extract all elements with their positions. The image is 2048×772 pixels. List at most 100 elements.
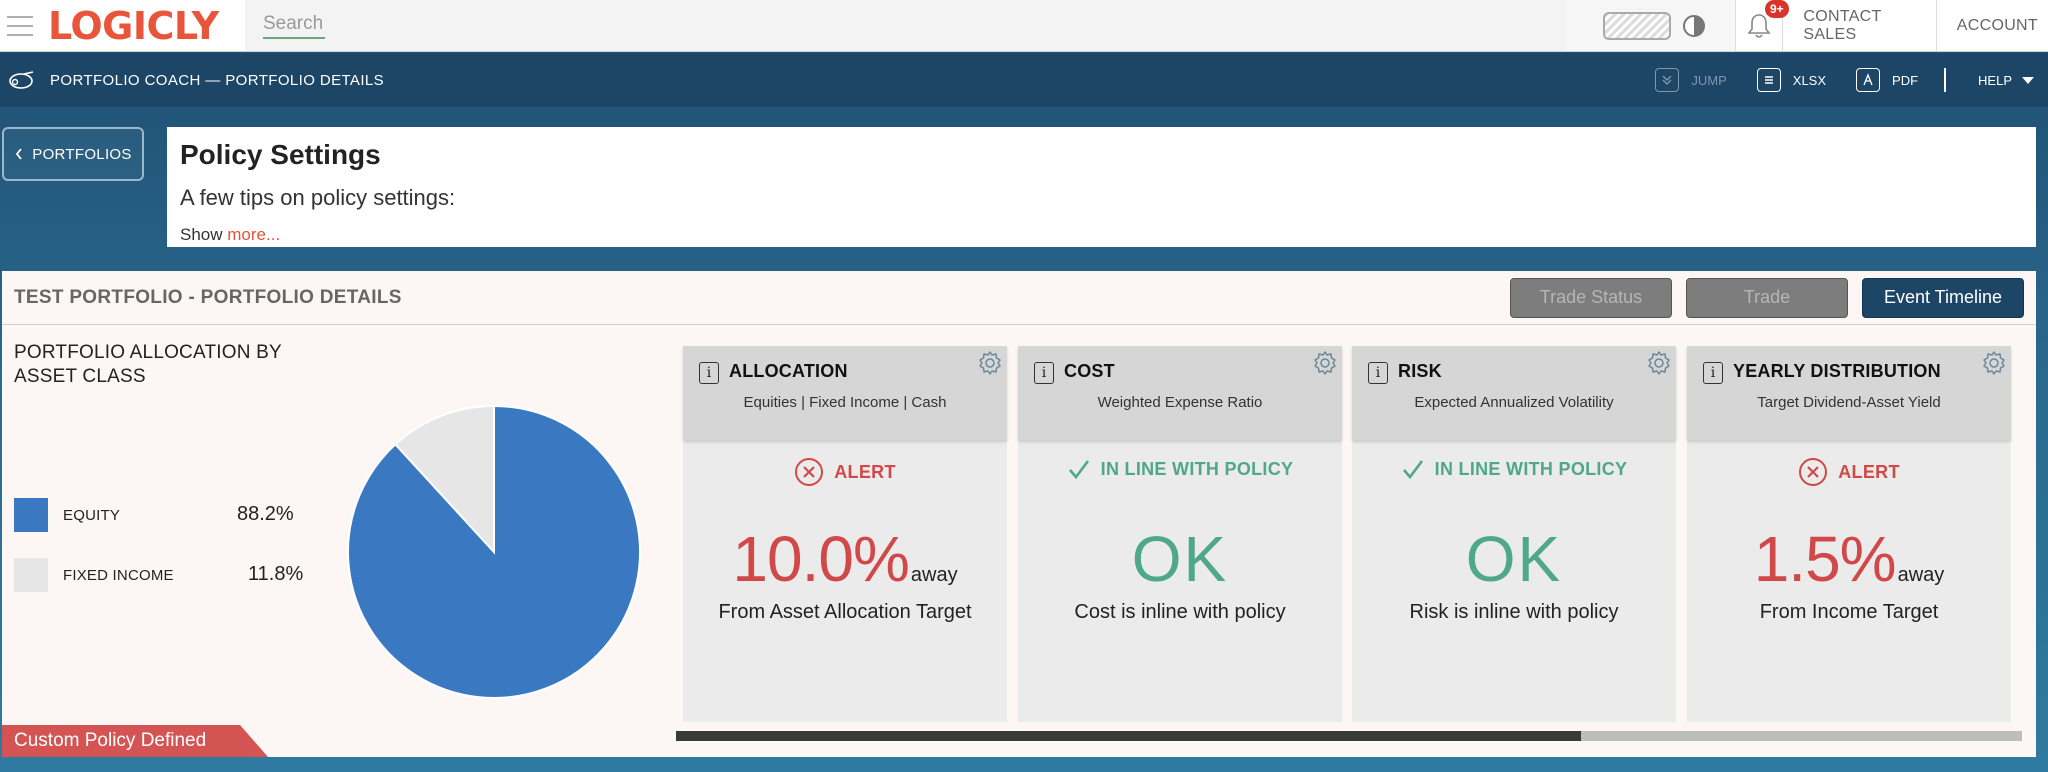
pdf-export-button[interactable]: PDF [1856, 68, 1918, 92]
whistle-icon [6, 68, 36, 92]
scrollbar-thumb[interactable] [676, 731, 1581, 741]
policy-show-more: Show more... [180, 225, 2023, 245]
card-value-group: 1.5% away [1687, 522, 2011, 596]
allocation-chart-title: PORTFOLIO ALLOCATION BY ASSET CLASS [14, 341, 282, 389]
policy-title: Policy Settings [180, 139, 381, 170]
logo[interactable]: LOGICLY [40, 0, 245, 51]
portfolio-details-panel: TEST PORTFOLIO - PORTFOLIO DETAILS Trade… [2, 271, 2036, 757]
help-label: HELP [1978, 72, 2012, 88]
legend-label: EQUITY [63, 506, 121, 524]
legend-label: FIXED INCOME [63, 566, 174, 584]
card-header: i COST Weighted Expense Ratio [1018, 346, 1342, 440]
card-value-suffix: away [1897, 564, 1945, 586]
more-link[interactable]: more... [227, 225, 280, 244]
trade-button[interactable]: Trade [1686, 277, 1848, 318]
jump-button[interactable]: JUMP [1655, 68, 1727, 92]
card-status: IN LINE WITH POLICY [1352, 457, 1676, 481]
theme-toggle-switch[interactable] [1603, 11, 1671, 40]
gear-icon[interactable] [977, 350, 1003, 376]
card-description: Risk is inline with policy [1409, 601, 1619, 623]
custom-policy-tag: Custom Policy Defined [2, 725, 268, 757]
card-status: IN LINE WITH POLICY [1018, 457, 1342, 481]
policy-subtitle: A few tips on policy settings: [180, 185, 456, 210]
card-title: RISK [1398, 361, 1442, 381]
card-value: 10.0% [732, 523, 909, 595]
breadcrumb: PORTFOLIO COACH — PORTFOLIO DETAILS [50, 71, 385, 89]
card-status-label: IN LINE WITH POLICY [1100, 458, 1294, 479]
card-title: ALLOCATION [729, 361, 848, 381]
card-header: i RISK Expected Annualized Volatility [1352, 346, 1676, 440]
alert-circle-icon [1799, 458, 1828, 486]
card-status: ALERT [1687, 457, 2011, 487]
pdf-icon [1856, 68, 1881, 92]
info-icon[interactable]: i [699, 362, 719, 384]
contrast-icon[interactable] [1683, 14, 1705, 37]
xlsx-export-button[interactable]: XLSX [1756, 68, 1827, 92]
alert-circle-icon [795, 458, 824, 486]
account-link[interactable]: ACCOUNT [1937, 0, 2048, 51]
chevron-left-icon [16, 148, 22, 160]
event-timeline-button[interactable]: Event Timeline [1862, 277, 2024, 318]
back-to-portfolios-button[interactable]: PORTFOLIOS [2, 127, 144, 181]
search-input[interactable] [263, 12, 325, 39]
details-title: TEST PORTFOLIO - PORTFOLIO DETAILS [14, 286, 402, 308]
jump-label: JUMP [1691, 72, 1727, 88]
trade-status-button[interactable]: Trade Status [1510, 277, 1672, 318]
xlsx-label: XLSX [1792, 72, 1827, 88]
gear-icon[interactable] [1646, 350, 1672, 376]
card-description: From Income Target [1759, 601, 1939, 623]
help-dropdown[interactable]: HELP [1978, 73, 2034, 88]
card-value: OK [1131, 523, 1229, 595]
card-value: OK [1465, 523, 1563, 595]
policy-card-risk: i RISK Expected Annualized Volatility IN… [1352, 346, 1676, 722]
card-description: From Asset Allocation Target [718, 601, 972, 623]
policy-card-allocation: i ALLOCATION Equities | Fixed Income | C… [683, 346, 1007, 722]
card-title: COST [1064, 361, 1115, 381]
pdf-label: PDF [1892, 72, 1919, 88]
policy-settings-panel: Policy Settings A few tips on policy set… [167, 127, 2036, 247]
gear-icon[interactable] [1312, 350, 1338, 376]
info-icon[interactable]: i [1703, 362, 1723, 384]
top-navbar: LOGICLY 9+ CONTACT SALES ACCOUNT [0, 0, 2048, 52]
policy-card-cost: i COST Weighted Expense Ratio IN LINE WI… [1018, 346, 1342, 722]
card-status-label: ALERT [1838, 461, 1900, 482]
caret-down-icon [2022, 76, 2034, 84]
card-status-label: IN LINE WITH POLICY [1434, 458, 1628, 479]
card-value-group: 10.0% away [683, 522, 1007, 596]
allocation-pie-chart [346, 404, 642, 700]
check-icon [1068, 460, 1089, 480]
cards-scrollbar[interactable] [676, 731, 2022, 741]
contact-sales-link[interactable]: CONTACT SALES [1783, 0, 1937, 51]
card-status: ALERT [683, 457, 1007, 487]
card-value-group: OK [1352, 522, 1676, 596]
legend-item-equity: EQUITY [14, 498, 120, 532]
allocation-title-line2: ASSET CLASS [14, 366, 146, 387]
card-header: i ALLOCATION Equities | Fixed Income | C… [683, 346, 1007, 440]
show-label: Show [180, 225, 223, 244]
notifications-button[interactable]: 9+ [1735, 0, 1789, 51]
gear-icon[interactable] [1981, 350, 2007, 376]
legend-swatch [14, 558, 48, 592]
display-toggles [1565, 0, 1735, 51]
spreadsheet-icon [1756, 68, 1781, 92]
card-title: YEARLY DISTRIBUTION [1733, 361, 1941, 381]
card-value-suffix: away [910, 564, 958, 586]
card-status-label: ALERT [834, 461, 896, 482]
chevron-double-down-icon [1655, 68, 1680, 92]
back-button-label: PORTFOLIOS [32, 145, 132, 163]
card-subtitle: Expected Annualized Volatility [1414, 394, 1614, 411]
hamburger-menu-icon[interactable] [0, 0, 40, 52]
legend-swatch [14, 498, 48, 532]
card-subtitle: Weighted Expense Ratio [1097, 394, 1263, 411]
legend-value: 88.2% [237, 503, 294, 525]
card-value-group: OK [1018, 522, 1342, 596]
legend-item-fixed-income: FIXED INCOME [14, 558, 174, 592]
info-icon[interactable]: i [1368, 362, 1388, 384]
card-description: Cost is inline with policy [1074, 601, 1286, 623]
card-subtitle: Target Dividend-Asset Yield [1757, 394, 1941, 411]
info-icon[interactable]: i [1034, 362, 1054, 384]
legend-value: 11.8% [248, 563, 304, 585]
details-header: TEST PORTFOLIO - PORTFOLIO DETAILS Trade… [2, 271, 2036, 325]
toolbar-divider [1944, 68, 1947, 92]
search-bar[interactable] [245, 0, 1565, 51]
